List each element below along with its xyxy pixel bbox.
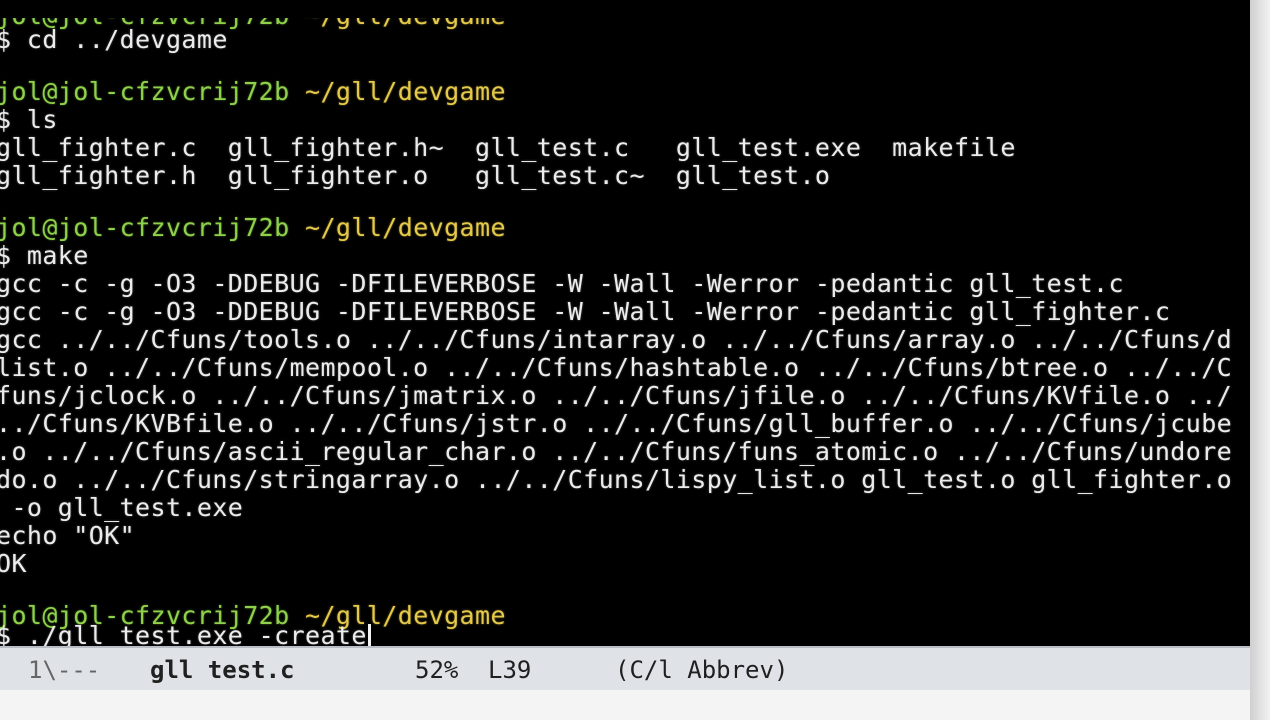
prompt-path: ~/gll/devgame [305, 213, 506, 242]
output-line: OK [0, 549, 27, 578]
modeline-major-mode[interactable]: (C/l Abbrev) [615, 656, 788, 684]
modeline-status: 1\--- [28, 656, 101, 684]
minibuffer[interactable] [0, 690, 1270, 720]
prompt-user: jol@jol-cfzvcrij72b [0, 77, 290, 106]
prompt-line: jol@jol-cfzvcrij72b ~/gll/devgame [0, 78, 506, 106]
screen: jol@jol-cfzvcrij72b ~/gll/devgame $ cd .… [0, 0, 1270, 720]
terminal-buffer[interactable]: jol@jol-cfzvcrij72b ~/gll/devgame $ cd .… [0, 18, 1254, 646]
output-line: gcc -c -g -O3 -DDEBUG -DFILEVERBOSE -W -… [0, 297, 1171, 326]
output-line: .o ../../Cfuns/ascii_regular_char.o ../.… [0, 437, 1233, 466]
prompt-line: jol@jol-cfzvcrij72b ~/gll/devgame [0, 214, 506, 242]
prompt-path: ~/gll/devgame [305, 77, 506, 106]
output-line: funs/jclock.o ../../Cfuns/jmatrix.o ../.… [0, 381, 1233, 410]
output-line: ../Cfuns/KVBfile.o ../../Cfuns/jstr.o ..… [0, 409, 1233, 438]
modeline-position-percent: 52% [415, 656, 459, 684]
output-line: gcc -c -g -O3 -DDEBUG -DFILEVERBOSE -W -… [0, 269, 1124, 298]
modeline-buffer-name[interactable]: gll test.c [150, 656, 295, 684]
command-line: $ cd ../devgame [0, 25, 228, 54]
prompt-user: jol@jol-cfzvcrij72b [0, 213, 290, 242]
command-line: $ make [0, 241, 89, 270]
output-line: do.o ../../Cfuns/stringarray.o ../../Cfu… [0, 465, 1233, 494]
command-line: $ ls [0, 105, 58, 134]
command-input[interactable]: $ ./gll_test.exe -create [0, 621, 367, 647]
output-line: -o gll_test.exe [0, 493, 244, 522]
emacs-mode-line: 1\--- gll test.c 52% L39 (C/l Abbrev) [0, 646, 1262, 692]
modeline-line-number: L39 [488, 656, 532, 684]
screen-top-edge [0, 0, 1270, 10]
output-line: echo "OK" [0, 521, 136, 550]
output-line: gll_fighter.c gll_fighter.h~ gll_test.c … [0, 133, 1016, 162]
output-line: gll_fighter.h gll_fighter.o gll_test.c~ … [0, 161, 831, 190]
output-line: gcc ../../Cfuns/tools.o ../../Cfuns/inta… [0, 325, 1233, 354]
prompt-path: ~/gll/devgame [305, 18, 506, 30]
output-line: list.o ../../Cfuns/mempool.o ../../Cfuns… [0, 353, 1233, 382]
text-cursor [367, 624, 371, 646]
command-input-line[interactable]: $ ./gll_test.exe -create [0, 622, 371, 646]
window-right-edge [1250, 0, 1270, 720]
